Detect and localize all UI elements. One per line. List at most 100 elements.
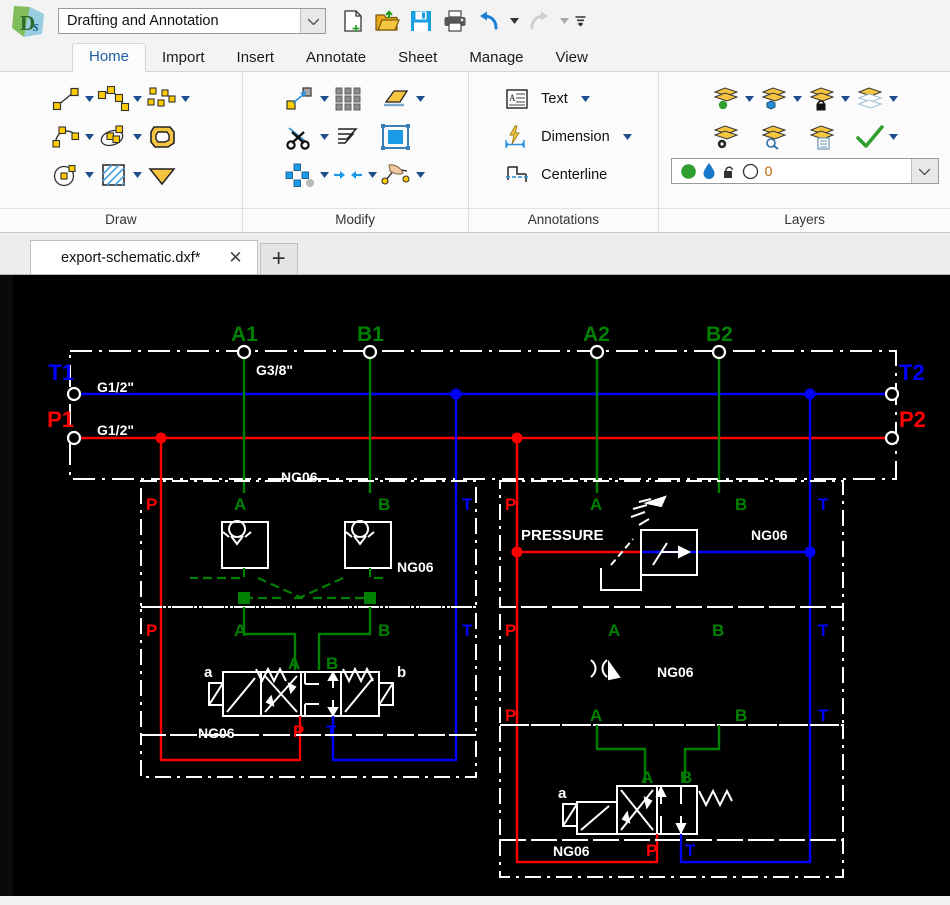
chamfer-icon[interactable] (379, 82, 413, 116)
layer-lock-dropdown-icon[interactable] (839, 82, 853, 116)
workspace-selector[interactable]: Drafting and Annotation (58, 8, 326, 34)
undo-icon[interactable] (472, 4, 506, 38)
layer-freeze-dropdown-icon[interactable] (791, 82, 805, 116)
dcv2-label-T: T (685, 841, 696, 860)
offset-icon[interactable] (331, 120, 365, 154)
copy-dropdown-icon[interactable] (317, 158, 331, 192)
solid-fill-icon[interactable] (145, 158, 179, 192)
tab-home[interactable]: Home (72, 43, 146, 72)
dimension-dropdown-icon[interactable] (621, 120, 635, 154)
dcv1-solenoid-b-label: b (397, 664, 406, 681)
document-tab-label: export-schematic.dxf* (61, 250, 200, 266)
save-icon[interactable] (404, 4, 438, 38)
panel-draw: Draw (0, 72, 243, 232)
module3-port-P: P (505, 495, 516, 514)
polygon-icon[interactable] (145, 120, 179, 154)
open-file-icon[interactable] (370, 4, 404, 38)
move-icon[interactable] (283, 82, 317, 116)
drawing-canvas[interactable]: A1 B1 A2 B2 T1 P1 T2 P2 G3/8" G1/2" G1/2… (0, 275, 950, 896)
dcv1-label-P: P (293, 722, 304, 741)
layer-apply-icon[interactable] (853, 120, 887, 154)
layer-list-icon[interactable] (805, 120, 839, 154)
undo-dropdown-icon[interactable] (506, 4, 522, 38)
layer-stack-dropdown-icon[interactable] (887, 82, 901, 116)
dimension-tool[interactable]: Dimension (500, 118, 635, 156)
layer-visible-dropdown-icon[interactable] (743, 82, 757, 116)
line-icon[interactable] (49, 82, 83, 116)
dcv2-solenoid-a-label: a (558, 785, 567, 802)
label-P2: P2 (899, 407, 926, 432)
arc-dropdown-icon[interactable] (83, 120, 97, 154)
module3-port-A: A (590, 495, 602, 514)
tab-insert[interactable]: Insert (221, 45, 291, 72)
label-A2: A2 (583, 323, 610, 346)
module2-port-P: P (146, 621, 157, 640)
tab-import[interactable]: Import (146, 45, 221, 72)
fillet-icon[interactable] (331, 158, 365, 192)
hatch-icon[interactable] (97, 158, 131, 192)
text-icon: A (500, 82, 534, 116)
move-dropdown-icon[interactable] (317, 82, 331, 116)
customize-toolbar-icon[interactable] (572, 4, 588, 38)
dcv2-label-B: B (680, 768, 692, 787)
layer-list-spacer (839, 120, 853, 154)
array-icon[interactable] (331, 82, 365, 116)
hatch-dropdown-icon[interactable] (131, 158, 145, 192)
redo-dropdown-icon[interactable] (556, 4, 572, 38)
layer-dropdown-icon[interactable] (911, 159, 938, 183)
polyline-icon[interactable] (97, 82, 131, 116)
layer-selector[interactable]: 0 (671, 158, 939, 184)
fillet-dropdown-icon[interactable] (365, 158, 379, 192)
trim-dropdown-icon[interactable] (317, 120, 331, 154)
layer-stack-icon[interactable] (853, 82, 887, 116)
tab-annotate[interactable]: Annotate (290, 45, 382, 72)
text-dropdown-icon[interactable] (579, 82, 593, 116)
circle-icon[interactable] (49, 158, 83, 192)
layer-state-icons (672, 162, 759, 180)
drawing-viewport[interactable]: A1 B1 A2 B2 T1 P1 T2 P2 G3/8" G1/2" G1/2… (13, 275, 950, 896)
module4-port-B: B (712, 621, 724, 640)
chevron-down-icon[interactable] (300, 9, 325, 33)
print-icon[interactable] (438, 4, 472, 38)
dimension-icon (500, 120, 534, 154)
tab-manage[interactable]: Manage (453, 45, 539, 72)
new-tab-button[interactable]: + (260, 243, 298, 274)
copy-icon[interactable] (283, 158, 317, 192)
stretch-dropdown-icon[interactable] (413, 158, 427, 192)
ellipse-icon[interactable] (97, 120, 131, 154)
scale-icon[interactable] (379, 120, 413, 154)
point-cloud-icon[interactable] (145, 82, 179, 116)
layer-visible-icon[interactable] (709, 82, 743, 116)
stretch-icon[interactable] (379, 158, 413, 192)
layer-lock-icon[interactable] (805, 82, 839, 116)
tab-view[interactable]: View (540, 45, 604, 72)
layer-apply-dropdown-icon[interactable] (887, 120, 901, 154)
dcv2-label-P: P (646, 841, 657, 860)
circle-dropdown-icon[interactable] (83, 158, 97, 192)
layer-properties-icon[interactable] (709, 120, 743, 154)
centerline-icon (500, 158, 534, 192)
polyline-dropdown-icon[interactable] (131, 82, 145, 116)
layer-inspect-spacer (791, 120, 805, 154)
dcv1-label-T: T (326, 722, 337, 741)
module5-port-B: B (735, 706, 747, 725)
tab-sheet[interactable]: Sheet (382, 45, 453, 72)
arc-icon[interactable] (49, 120, 83, 154)
layer-freeze-icon[interactable] (757, 82, 791, 116)
new-file-icon[interactable] (336, 4, 370, 38)
layer-name-value: 0 (759, 163, 773, 179)
trim-icon[interactable] (283, 120, 317, 154)
module4-NG06: NG06 (657, 664, 694, 680)
centerline-tool[interactable]: Centerline (500, 156, 607, 194)
document-tab-export-schematic[interactable]: export-schematic.dxf* ✕ (30, 240, 258, 274)
ellipse-dropdown-icon[interactable] (131, 120, 145, 154)
text-tool[interactable]: A Text (500, 80, 593, 118)
panel-title-modify: Modify (243, 208, 468, 232)
module1-NG06: NG06 (397, 559, 434, 575)
point-dropdown-icon[interactable] (179, 82, 193, 116)
layer-inspect-icon[interactable] (757, 120, 791, 154)
panel-modify: Modify (243, 72, 469, 232)
chamfer-dropdown-icon[interactable] (413, 82, 427, 116)
line-dropdown-icon[interactable] (83, 82, 97, 116)
close-icon[interactable]: ✕ (222, 249, 248, 266)
